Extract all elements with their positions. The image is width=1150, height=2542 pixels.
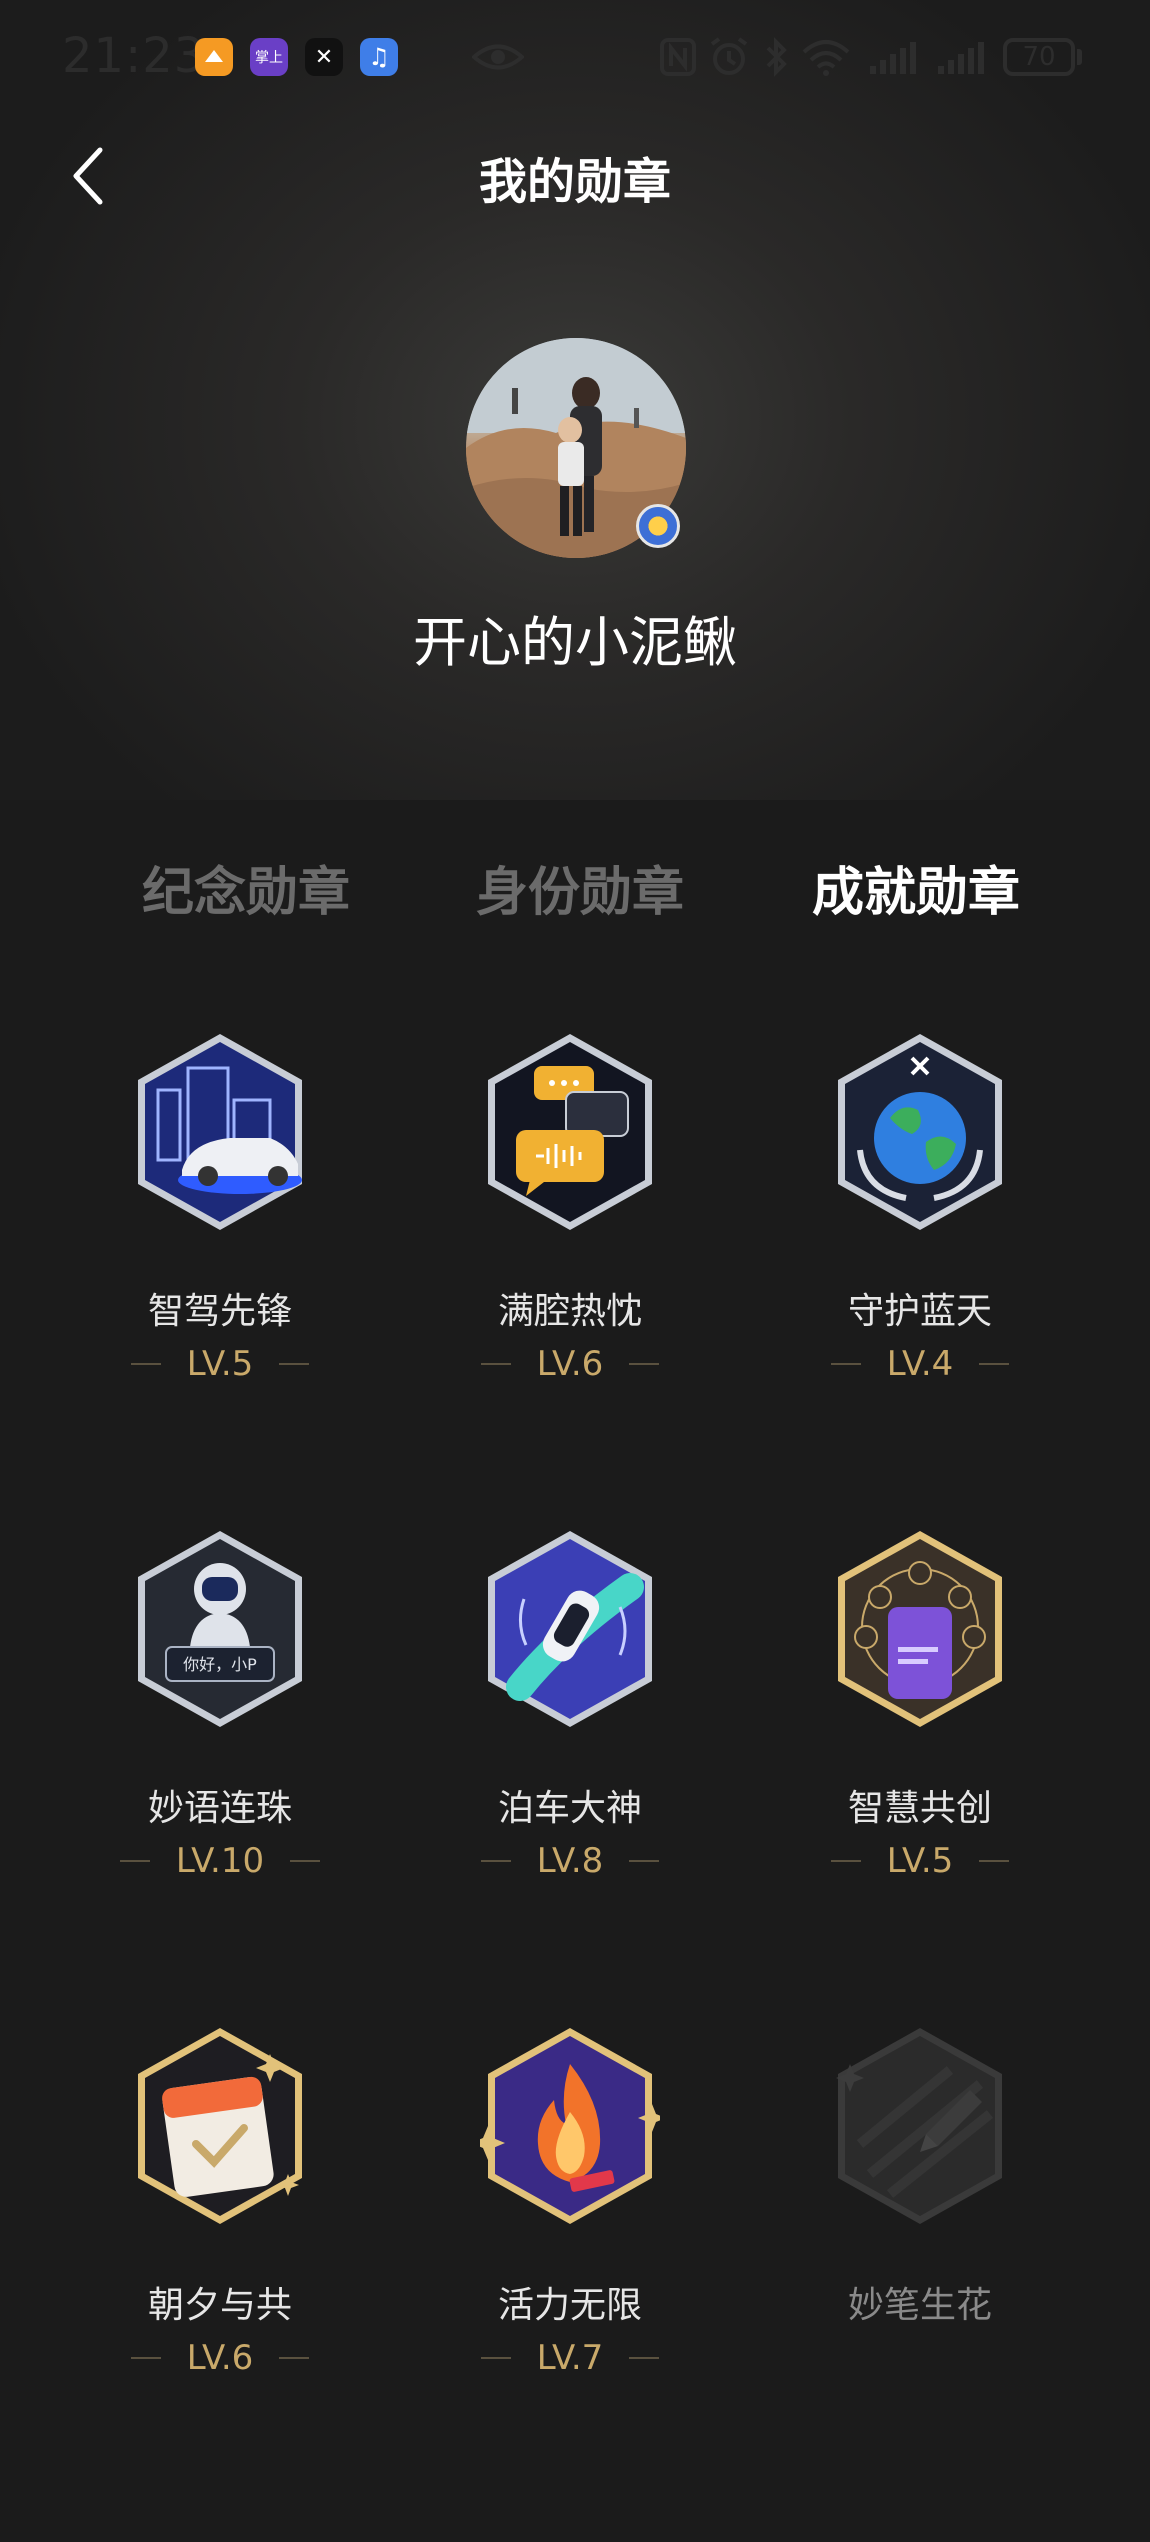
battery-icon: 70 [1003, 38, 1075, 76]
badge-level: LV.7 [440, 2338, 700, 2378]
divider [130, 2357, 161, 2359]
divider [480, 1363, 511, 1365]
badge-level: LV.6 [90, 2338, 350, 2378]
badge-item[interactable]: 你好，小P 妙语连珠 LV.10 [90, 1527, 350, 1947]
badge-item[interactable]: 智慧共创 LV.5 [790, 1527, 1050, 1947]
divider [480, 1860, 511, 1862]
flame-icon [480, 2028, 660, 2224]
signal-icon-1 [870, 42, 916, 74]
badge-level-text: LV.5 [186, 1344, 254, 1384]
badges-screen: 21:23 掌上 ✕ ♫ 70 我的勋章 开心的小泥鳅 纪念勋章 身份勋章 成就… [0, 0, 1150, 2542]
pen-locked-icon [836, 2028, 1002, 2224]
app-icon-1 [195, 38, 233, 76]
divider [119, 1860, 150, 1862]
divider [279, 2357, 310, 2359]
divider [279, 1363, 310, 1365]
badge-item[interactable]: 朝夕与共 LV.6 [90, 2024, 350, 2444]
divider [480, 2357, 511, 2359]
badge-name: 守护蓝天 [847, 1291, 992, 1332]
app-glyph-icon [205, 50, 223, 62]
badge-level: LV.10 [90, 1841, 350, 1881]
badge-level-text: LV.5 [886, 1841, 954, 1881]
badge-name: 活力无限 [497, 2285, 642, 2326]
divider [629, 2357, 660, 2359]
badge-name: 妙语连珠 [147, 1788, 292, 1829]
badge-tabs: 纪念勋章 身份勋章 成就勋章 [0, 850, 1150, 930]
tab-identity[interactable]: 身份勋章 [450, 850, 710, 925]
earth-hands-icon [838, 1034, 1002, 1230]
robot-voice-icon: 你好，小P [138, 1531, 302, 1727]
badge-item[interactable]: 泊车大神 LV.8 [440, 1527, 700, 1947]
badge-item[interactable]: 守护蓝天 LV.4 [790, 1030, 1050, 1450]
header: 我的勋章 [0, 130, 1150, 220]
app-icon-2-label: 掌上 [255, 50, 283, 66]
phone-apps-icon [838, 1531, 1002, 1727]
divider [290, 1860, 321, 1862]
badge-level: LV.6 [440, 1344, 700, 1384]
badge-level-text: LV.4 [886, 1344, 954, 1384]
divider [629, 1363, 660, 1365]
app-icon-4-label: ♫ [368, 43, 390, 71]
divider [979, 1363, 1010, 1365]
badge-level: LV.8 [440, 1841, 700, 1881]
parking-car-icon [488, 1531, 652, 1727]
battery-tip [1077, 49, 1082, 65]
username: 开心的小泥鳅 [413, 611, 737, 674]
badge-item-locked[interactable]: 妙笔生花 [790, 2024, 1050, 2444]
status-bar: 21:23 掌上 ✕ ♫ 70 [0, 0, 1150, 115]
badge-level-text: LV.7 [536, 2338, 604, 2378]
chat-bubbles-icon [488, 1034, 652, 1230]
badge-level-text: LV.8 [536, 1841, 604, 1881]
badge-item[interactable]: 活力无限 LV.7 [440, 2024, 700, 2444]
page-title: 我的勋章 [478, 154, 671, 210]
svg-text:你好，小P: 你好，小P [183, 1655, 257, 1674]
divider [979, 1860, 1010, 1862]
badge-level-text: LV.10 [175, 1841, 265, 1881]
calendar-check-icon [138, 2028, 302, 2224]
battery-level: 70 [1022, 42, 1056, 72]
wifi-icon [802, 40, 850, 76]
app-icon-4: ♫ [360, 38, 398, 76]
badge-name: 智慧共创 [847, 1788, 992, 1829]
badge-name: 朝夕与共 [147, 2285, 292, 2326]
app-icon-3: ✕ [305, 38, 343, 76]
alarm-icon [710, 37, 748, 75]
badge-level-text: LV.6 [536, 1344, 604, 1384]
badge-level: LV.4 [790, 1344, 1050, 1384]
badge-item[interactable]: 智驾先锋 LV.5 [90, 1030, 350, 1450]
bluetooth-icon [766, 37, 787, 77]
car-city-icon [138, 1034, 302, 1230]
divider [629, 1860, 660, 1862]
tab-achievement[interactable]: 成就勋章 [786, 850, 1046, 925]
status-time: 21:23 [62, 28, 206, 84]
nfc-icon [660, 38, 696, 76]
signal-icon-2 [938, 42, 984, 74]
badge-item[interactable]: 满腔热忱 LV.6 [440, 1030, 700, 1450]
badge-name: 妙笔生花 [847, 2285, 992, 2326]
eye-icon [472, 44, 524, 70]
badge-name: 泊车大神 [497, 1788, 642, 1829]
app-icon-2: 掌上 [250, 38, 288, 76]
badge-level: LV.5 [90, 1344, 350, 1384]
divider [130, 1363, 161, 1365]
divider [830, 1860, 861, 1862]
badge-name: 智驾先锋 [147, 1291, 292, 1332]
badge-name: 满腔热忱 [497, 1291, 642, 1332]
badge-level: LV.5 [790, 1841, 1050, 1881]
avatar-badge-icon [636, 504, 680, 548]
badge-level-text: LV.6 [186, 2338, 254, 2378]
tab-commemorative[interactable]: 纪念勋章 [116, 850, 376, 925]
app-icon-3-label: ✕ [314, 44, 334, 70]
divider [830, 1363, 861, 1365]
